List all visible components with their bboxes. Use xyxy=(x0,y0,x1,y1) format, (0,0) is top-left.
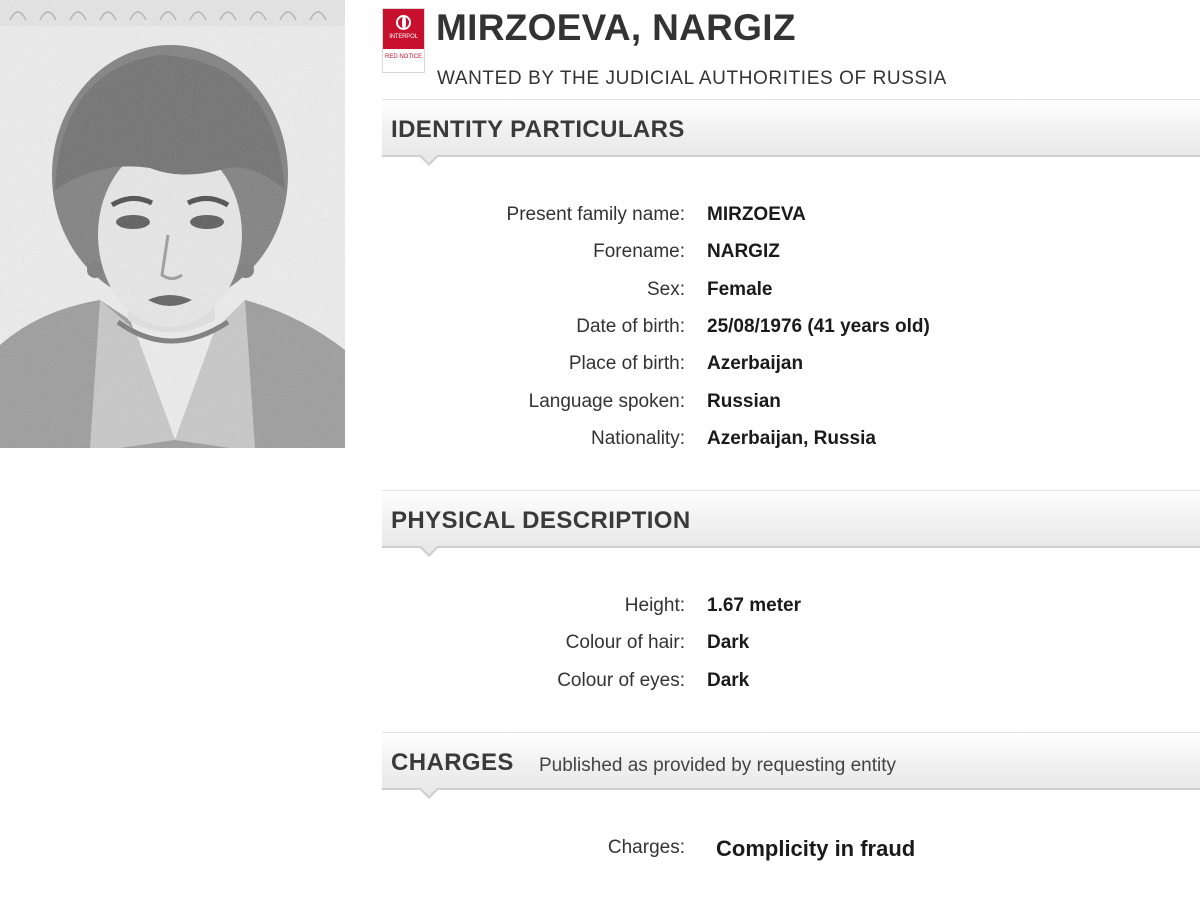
field-value: Complicity in fraud xyxy=(716,836,916,861)
wanted-by-subtitle: WANTED BY THE JUDICIAL AUTHORITIES OF RU… xyxy=(437,68,947,89)
logo-text: INTERPOL xyxy=(389,34,418,40)
field-row-height: Height: 1.67 meter xyxy=(382,595,1200,625)
field-row-language: Language spoken: Russian xyxy=(382,391,1200,421)
section-subtitle: Published as provided by requesting enti… xyxy=(539,755,897,776)
field-label: Height: xyxy=(624,595,685,616)
field-label: Nationality: xyxy=(591,428,685,449)
field-row-family-name: Present family name: MIRZOEVA xyxy=(382,204,1200,234)
field-row-forename: Forename: NARGIZ xyxy=(382,241,1200,271)
charges-header: CHARGES Published as provided by request… xyxy=(382,732,1200,799)
field-label: Language spoken: xyxy=(528,391,685,412)
field-value: 25/08/1976 (41 years old) xyxy=(707,316,930,337)
field-label: Forename: xyxy=(593,241,685,262)
field-row-date-of-birth: Date of birth: 25/08/1976 (41 years old) xyxy=(382,316,1200,346)
identity-particulars-header: IDENTITY PARTICULARS xyxy=(382,99,1200,166)
interpol-red-notice-logo: INTERPOL RED NOTICE xyxy=(382,8,425,73)
field-row-nationality: Nationality: Azerbaijan, Russia xyxy=(382,428,1200,458)
field-value: Azerbaijan xyxy=(707,353,804,374)
field-value: 1.67 meter xyxy=(707,595,802,616)
field-value: Dark xyxy=(707,632,750,653)
field-label: Colour of hair: xyxy=(565,632,685,653)
globe-icon xyxy=(396,15,411,30)
field-row-sex: Sex: Female xyxy=(382,279,1200,309)
red-notice-label: RED NOTICE xyxy=(384,54,422,60)
section-title: PHYSICAL DESCRIPTION xyxy=(391,507,691,534)
field-row-eye-colour: Colour of eyes: Dark xyxy=(382,670,1200,700)
field-value: NARGIZ xyxy=(707,241,780,262)
field-row-hair-colour: Colour of hair: Dark xyxy=(382,632,1200,662)
field-value: Dark xyxy=(707,670,750,691)
field-value: Russian xyxy=(707,391,781,412)
interpol-logo: INTERPOL xyxy=(383,9,424,49)
page-title: MIRZOEVA, NARGIZ xyxy=(436,7,796,48)
section-title: IDENTITY PARTICULARS xyxy=(391,116,685,143)
field-label: Date of birth: xyxy=(576,316,685,337)
field-row-charges: Charges: Complicity in fraud xyxy=(382,836,1200,867)
field-row-place-of-birth: Place of birth: Azerbaijan xyxy=(382,353,1200,383)
subject-photo xyxy=(0,0,345,448)
field-label: Sex: xyxy=(646,279,685,300)
section-title: CHARGES xyxy=(391,749,514,776)
field-label: Charges: xyxy=(607,837,685,858)
field-label: Colour of eyes: xyxy=(557,670,685,691)
field-value: Azerbaijan, Russia xyxy=(707,428,876,449)
field-value: MIRZOEVA xyxy=(707,204,806,225)
physical-description-header: PHYSICAL DESCRIPTION xyxy=(382,490,1200,557)
subject-photo-image xyxy=(0,0,345,448)
field-value: Female xyxy=(707,279,773,300)
field-label: Present family name: xyxy=(506,204,685,225)
field-label: Place of birth: xyxy=(568,353,685,374)
